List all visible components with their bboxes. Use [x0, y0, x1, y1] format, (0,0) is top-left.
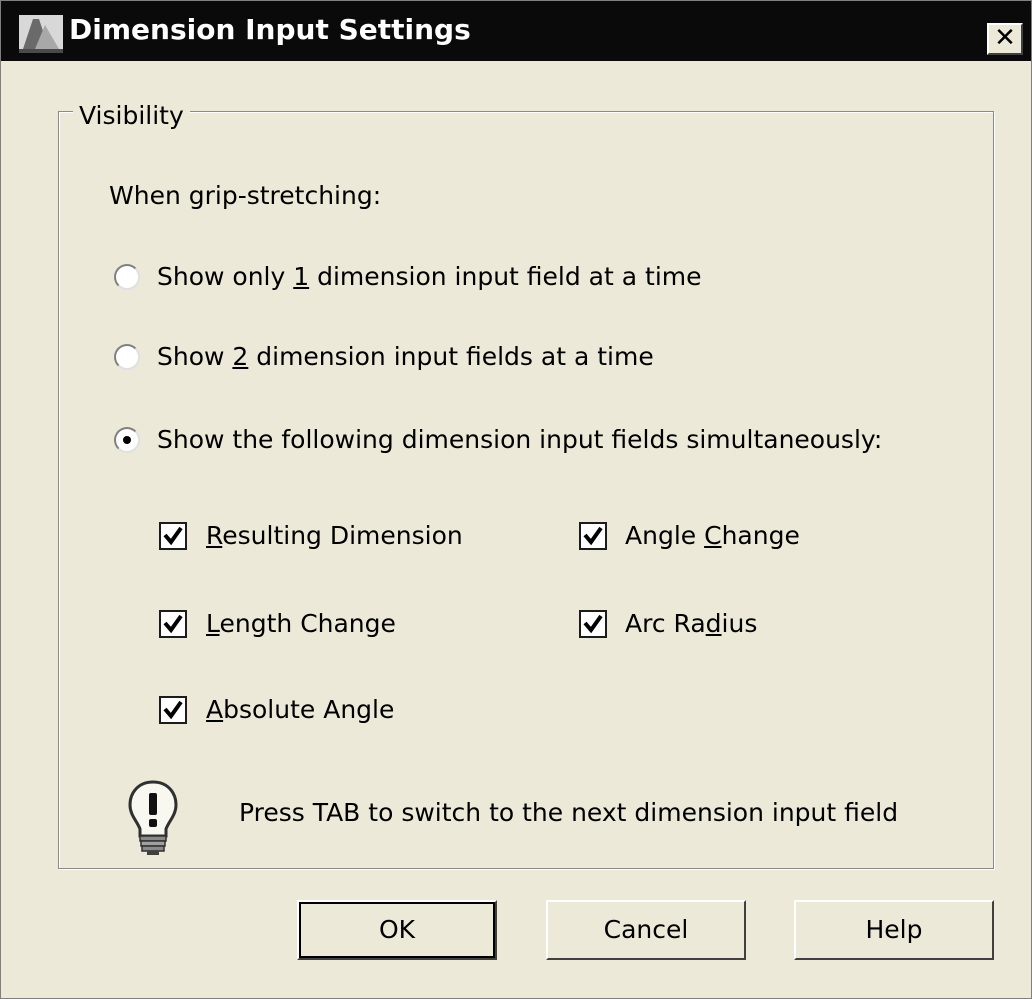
checkbox-box[interactable]: [159, 696, 187, 724]
label-rest: ength Change: [219, 609, 396, 638]
radio-label[interactable]: Show the following dimension input field…: [157, 425, 882, 454]
checkbox-label[interactable]: Length Change: [206, 609, 396, 638]
hint-text: Press TAB to switch to the next dimensio…: [239, 798, 899, 827]
visibility-group: [58, 111, 994, 869]
grip-stretching-prompt: When grip-stretching:: [109, 181, 382, 210]
checkbox-box[interactable]: [159, 522, 187, 550]
mnemonic: A: [206, 695, 224, 724]
checkbox-box[interactable]: [159, 610, 187, 638]
mnemonic: d: [705, 609, 722, 638]
help-button[interactable]: Help: [794, 900, 994, 960]
label-rest: esulting Dimension: [222, 521, 463, 550]
window-title: Dimension Input Settings: [69, 13, 471, 46]
mnemonic: R: [206, 521, 223, 550]
check-icon: [583, 526, 603, 546]
radio-label-suffix: dimension input fields at a time: [248, 342, 654, 371]
radio-label-prefix: Show: [157, 342, 233, 371]
check-icon: [163, 614, 183, 634]
close-button[interactable]: ✕: [987, 23, 1023, 55]
checkbox-box[interactable]: [579, 610, 607, 638]
radio-label-mnemonic: 1: [293, 262, 310, 291]
app-icon: [19, 15, 63, 53]
label-rest: hange: [721, 521, 800, 550]
close-icon: ✕: [994, 23, 1016, 53]
label-before: Arc Ra: [625, 609, 706, 638]
checkbox-label[interactable]: Arc Radius: [625, 609, 757, 638]
radio-label-suffix: dimension input field at a time: [309, 262, 702, 291]
mnemonic: L: [206, 609, 220, 638]
radio-button-selected[interactable]: [114, 427, 140, 453]
ok-button[interactable]: OK: [297, 900, 497, 960]
radio-button[interactable]: [114, 264, 140, 290]
radio-label[interactable]: Show only 1 dimension input field at a t…: [157, 262, 702, 291]
cancel-button[interactable]: Cancel: [546, 900, 746, 960]
check-icon: [163, 526, 183, 546]
checkbox-label[interactable]: Resulting Dimension: [206, 521, 463, 550]
radio-label-mnemonic: 2: [232, 342, 249, 371]
radio-selected-dot: [123, 436, 131, 444]
visibility-group-legend: Visibility: [73, 101, 190, 131]
radio-button[interactable]: [114, 344, 140, 370]
mnemonic: C: [704, 521, 722, 550]
label-before: Angle: [625, 521, 705, 550]
radio-label-prefix: Show only: [157, 262, 294, 291]
lightbulb-icon: [128, 780, 178, 855]
dimension-input-settings-dialog: Dimension Input Settings ✕ Visibility Wh…: [0, 0, 1032, 999]
radio-label[interactable]: Show 2 dimension input fields at a time: [157, 342, 654, 371]
label-rest: bsolute Angle: [223, 695, 395, 724]
checkbox-label[interactable]: Angle Change: [625, 521, 800, 550]
checkbox-label[interactable]: Absolute Angle: [206, 695, 394, 724]
title-bar[interactable]: Dimension Input Settings ✕: [1, 1, 1031, 61]
check-icon: [163, 700, 183, 720]
checkbox-box[interactable]: [579, 522, 607, 550]
check-icon: [583, 614, 603, 634]
label-rest: ius: [721, 609, 758, 638]
